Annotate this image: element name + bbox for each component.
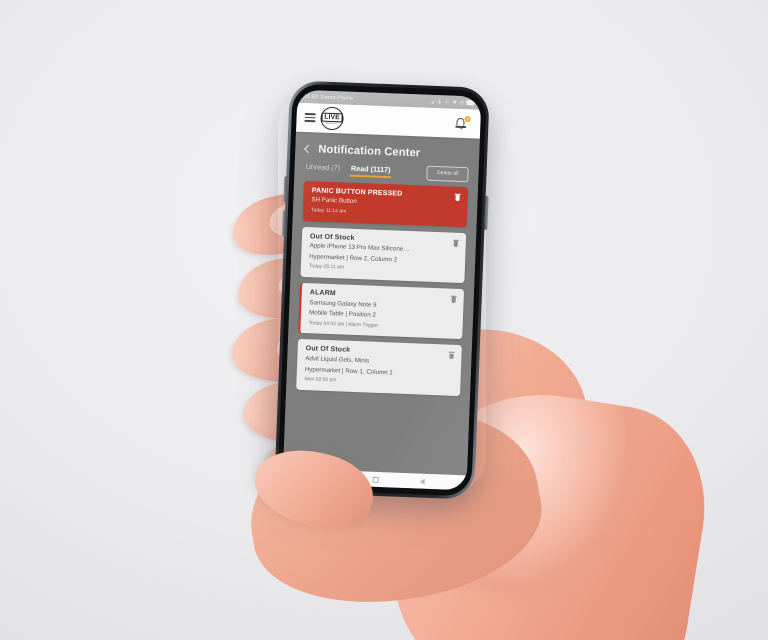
notification-badge: 7 bbox=[463, 115, 472, 124]
phone-screen: 11:53 Demo Phone LIVE DISPLAYS 7 Notific… bbox=[282, 89, 482, 491]
volume-down-button[interactable] bbox=[281, 210, 286, 237]
logo-subtext: DISPLAYS bbox=[325, 122, 338, 125]
notification-bell-button[interactable]: 7 bbox=[455, 115, 472, 133]
phone-bezel: 11:53 Demo Phone LIVE DISPLAYS 7 Notific… bbox=[277, 83, 487, 497]
trash-icon[interactable] bbox=[451, 295, 457, 303]
trash-icon[interactable] bbox=[453, 239, 459, 247]
status-bar-left: 11:53 Demo Phone bbox=[304, 93, 353, 101]
page-title: Notification Center bbox=[318, 143, 421, 160]
logo-text: LIVE bbox=[321, 112, 343, 123]
notification-list: PANIC BUTTON PRESSED SH Panic Button Tod… bbox=[283, 175, 478, 475]
status-time: 11:53 bbox=[304, 93, 319, 100]
tab-unread[interactable]: Unread (7) bbox=[305, 162, 341, 176]
notification-card[interactable]: Out Of Stock Apple iPhone 13 Pro Max Sil… bbox=[300, 226, 467, 284]
home-icon[interactable] bbox=[372, 476, 379, 483]
trash-icon[interactable] bbox=[449, 351, 455, 360]
battery-icon bbox=[466, 100, 475, 106]
status-bar-icons bbox=[430, 99, 475, 106]
wifi-icon bbox=[452, 100, 457, 104]
live-displays-logo: LIVE DISPLAYS bbox=[320, 106, 344, 131]
power-button[interactable] bbox=[483, 195, 489, 230]
delete-all-button[interactable]: Delete all bbox=[426, 165, 469, 183]
location-icon bbox=[445, 99, 450, 105]
screenshot-icon bbox=[459, 100, 464, 105]
notification-card[interactable]: Out Of Stock Advil Liquid Gels, Minis Hy… bbox=[296, 339, 462, 396]
notification-center-page: Notification Center Unread (7) Read (111… bbox=[283, 131, 480, 476]
notification-card[interactable]: ALARM Samsung Galaxy Note 9 Mobile Table… bbox=[298, 282, 465, 340]
hamburger-menu-icon[interactable] bbox=[304, 113, 316, 123]
android-back-icon[interactable] bbox=[419, 478, 425, 485]
tab-read[interactable]: Read (1117) bbox=[351, 164, 391, 178]
smartphone-device: 11:53 Demo Phone LIVE DISPLAYS 7 Notific… bbox=[274, 80, 490, 500]
back-chevron-icon[interactable] bbox=[304, 144, 313, 154]
signal-icon bbox=[430, 100, 435, 104]
trash-icon[interactable] bbox=[455, 193, 461, 201]
notification-card[interactable]: PANIC BUTTON PRESSED SH Panic Button Tod… bbox=[302, 180, 469, 227]
volume-up-button[interactable] bbox=[282, 176, 287, 203]
bluetooth-icon bbox=[438, 99, 442, 105]
status-device-name: Demo Phone bbox=[320, 94, 354, 102]
